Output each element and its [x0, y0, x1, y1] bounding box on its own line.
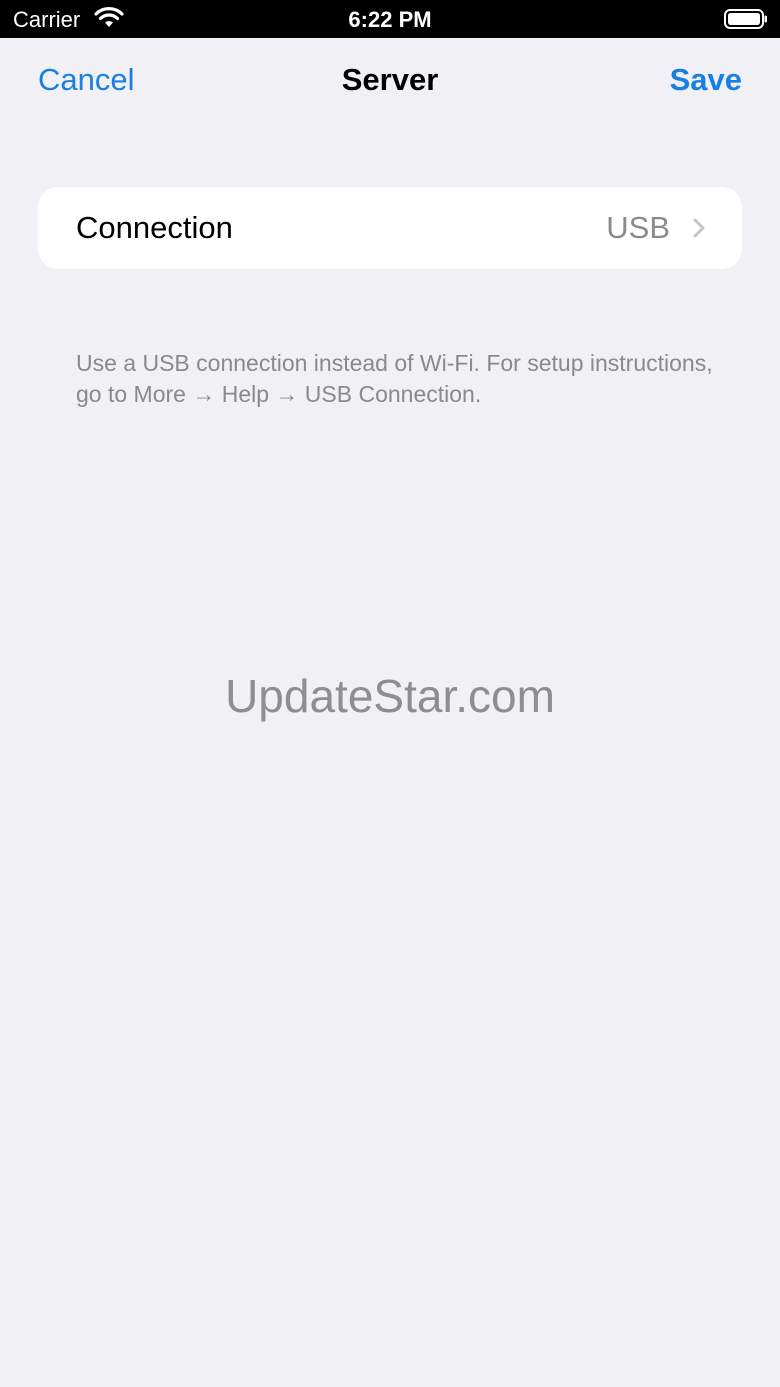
connection-footer-note: Use a USB connection instead of Wi-Fi. F…: [76, 350, 713, 407]
connection-row[interactable]: Connection USB: [38, 187, 742, 269]
battery-icon: [724, 9, 767, 29]
chevron-right-icon: [693, 218, 705, 238]
navigation-bar: Cancel Server Save: [0, 38, 780, 122]
save-button[interactable]: Save: [670, 62, 742, 98]
connection-row-label: Connection: [76, 210, 233, 245]
status-time: 6:22 PM: [348, 7, 432, 32]
page-title: Server: [341, 62, 439, 97]
connection-row-value: USB: [606, 210, 670, 245]
watermark-text: UpdateStar.com: [225, 670, 555, 722]
status-bar: Carrier 6:22 PM: [0, 0, 780, 38]
